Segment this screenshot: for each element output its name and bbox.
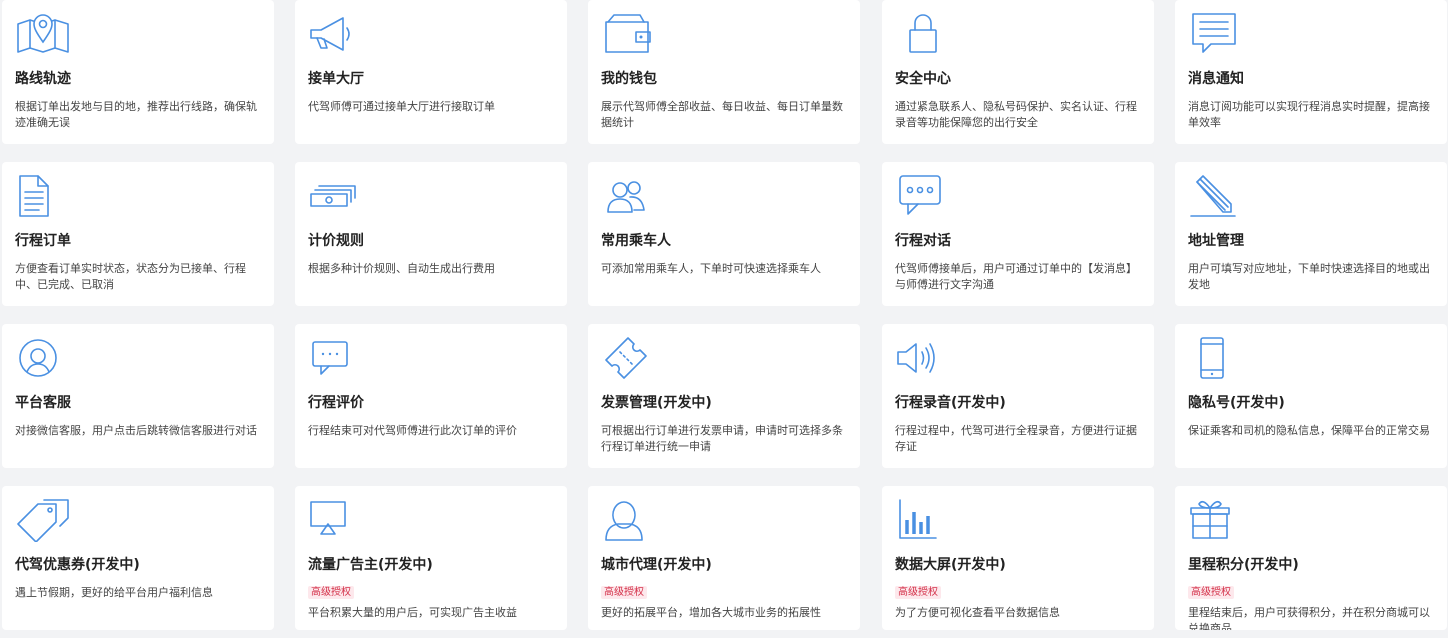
feature-title: 安全中心 [895,71,951,87]
phone-icon [1187,334,1245,380]
feature-card[interactable]: 数据大屏(开发中) 高级授权为了方便可视化查看平台数据信息 [882,486,1154,630]
document-icon [14,172,72,218]
feature-description: 展示代驾师傅全部收益、每日收益、每日订单量数据统计 [601,100,843,129]
feature-description: 通过紧急联系人、隐私号码保护、实名认证、行程录音等功能保障您的出行安全 [895,100,1137,129]
feature-title: 行程评价 [308,395,364,411]
feature-card[interactable]: 行程录音(开发中) 行程过程中，代驾可进行全程录音，方便进行证据存证 [882,324,1154,468]
comment-icon [307,334,365,380]
feature-card[interactable]: 平台客服对接微信客服，用户点击后跳转微信客服进行对话 [2,324,274,468]
feature-card[interactable]: 常用乘车人可添加常用乘车人，下单时可快速选择乘车人 [588,162,860,306]
gift-icon [1187,496,1245,542]
license-badge: 高级授权 [895,586,941,599]
feature-description: 根据多种计价规则、自动生成出行费用 [308,262,495,275]
feature-card[interactable]: 发票管理(开发中) 可根据出行订单进行发票申请，申请时可选择多条行程订单进行统一申… [588,324,860,468]
feature-description: 消息订阅功能可以实现行程消息实时提醒，提高接单效率 [1188,100,1430,129]
screen-icon [307,496,365,542]
feature-card[interactable]: 我的钱包展示代驾师傅全部收益、每日收益、每日订单量数据统计 [588,0,860,144]
feature-card[interactable]: 代驾优惠券(开发中) 遇上节假期，更好的给平台用户福利信息 [2,486,274,630]
feature-card[interactable]: 行程对话代驾师傅接单后，用户可通过订单中的【发消息】与师傅进行文字沟通 [882,162,1154,306]
feature-description: 对接微信客服，用户点击后跳转微信客服进行对话 [15,424,257,437]
feature-card[interactable]: 地址管理用户可填写对应地址，下单时快速选择目的地或出发地 [1175,162,1447,306]
feature-title: 常用乘车人 [601,233,671,249]
feature-description: 可添加常用乘车人，下单时可快速选择乘车人 [601,262,821,275]
feature-title: 接单大厅 [308,71,364,87]
feature-description: 根据订单出发地与目的地，推荐出行线路，确保轨迹准确无误 [15,100,257,129]
feature-description: 遇上节假期，更好的给平台用户福利信息 [15,586,213,599]
feature-title: 行程对话 [895,233,951,249]
speaker-icon [894,334,952,380]
feature-title: 行程录音(开发中) [895,395,1006,411]
feature-title: 我的钱包 [601,71,657,87]
feature-description: 可根据出行订单进行发票申请，申请时可选择多条行程订单进行统一申请 [601,424,843,453]
feature-card[interactable]: 计价规则根据多种计价规则、自动生成出行费用 [295,162,567,306]
feature-description: 行程结束可对代驾师傅进行此次订单的评价 [308,424,517,437]
feature-title: 城市代理(开发中) [601,557,712,573]
feature-card[interactable]: 隐私号(开发中) 保证乘客和司机的隐私信息，保障平台的正常交易 [1175,324,1447,468]
lock-icon [894,10,952,56]
message-icon [1187,10,1245,56]
feature-description: 代驾师傅接单后，用户可通过订单中的【发消息】与师傅进行文字沟通 [895,262,1137,291]
feature-title: 发票管理(开发中) [601,395,712,411]
users-icon [600,172,658,218]
feature-title: 消息通知 [1188,71,1244,87]
feature-title: 流量广告主(开发中) [308,557,433,573]
feature-title: 数据大屏(开发中) [895,557,1006,573]
feature-title: 行程订单 [15,233,71,249]
feature-description: 里程结束后，用户可获得积分，并在积分商城可以兑换商品 [1188,606,1430,630]
feature-card[interactable]: 消息通知消息订阅功能可以实现行程消息实时提醒，提高接单效率 [1175,0,1447,144]
money-icon [307,172,365,218]
feature-card[interactable]: 城市代理(开发中) 高级授权更好的拓展平台，增加各大城市业务的拓展性 [588,486,860,630]
feature-title: 代驾优惠券(开发中) [15,557,140,573]
chat-icon [894,172,952,218]
feature-title: 平台客服 [15,395,71,411]
pencil-icon [1187,172,1245,218]
feature-card[interactable]: 行程订单方便查看订单实时状态，状态分为已接单、行程中、已完成、已取消 [2,162,274,306]
feature-description: 为了方便可视化查看平台数据信息 [895,606,1060,619]
feature-title: 里程积分(开发中) [1188,557,1299,573]
map-icon [14,10,72,56]
feature-title: 路线轨迹 [15,71,71,87]
feature-description: 代驾师傅可通过接单大厅进行接取订单 [308,100,495,113]
feature-card[interactable]: 安全中心通过紧急联系人、隐私号码保护、实名认证、行程录音等功能保障您的出行安全 [882,0,1154,144]
feature-title: 计价规则 [308,233,364,249]
feature-description: 保证乘客和司机的隐私信息，保障平台的正常交易 [1188,424,1430,437]
feature-title: 隐私号(开发中) [1188,395,1285,411]
feature-description: 方便查看订单实时状态，状态分为已接单、行程中、已完成、已取消 [15,262,246,291]
person-icon [600,496,658,542]
license-badge: 高级授权 [601,586,647,599]
feature-description: 更好的拓展平台，增加各大城市业务的拓展性 [601,606,821,619]
tags-icon [14,496,72,542]
feature-card[interactable]: 里程积分(开发中) 高级授权里程结束后，用户可获得积分，并在积分商城可以兑换商品 [1175,486,1447,630]
feature-card[interactable]: 行程评价行程结束可对代驾师傅进行此次订单的评价 [295,324,567,468]
license-badge: 高级授权 [1188,586,1234,599]
feature-card[interactable]: 接单大厅代驾师傅可通过接单大厅进行接取订单 [295,0,567,144]
feature-card[interactable]: 路线轨迹根据订单出发地与目的地，推荐出行线路，确保轨迹准确无误 [2,0,274,144]
feature-description: 行程过程中，代驾可进行全程录音，方便进行证据存证 [895,424,1137,453]
feature-title: 地址管理 [1188,233,1244,249]
ticket-icon [600,334,658,380]
megaphone-icon [307,10,365,56]
user-circle-icon [14,334,72,380]
wallet-icon [600,10,658,56]
license-badge: 高级授权 [308,586,354,599]
bar-chart-icon [894,496,952,542]
feature-card[interactable]: 流量广告主(开发中) 高级授权平台积累大量的用户后，可实现广告主收益 [295,486,567,630]
feature-description: 用户可填写对应地址，下单时快速选择目的地或出发地 [1188,262,1430,291]
feature-description: 平台积累大量的用户后，可实现广告主收益 [308,606,517,619]
